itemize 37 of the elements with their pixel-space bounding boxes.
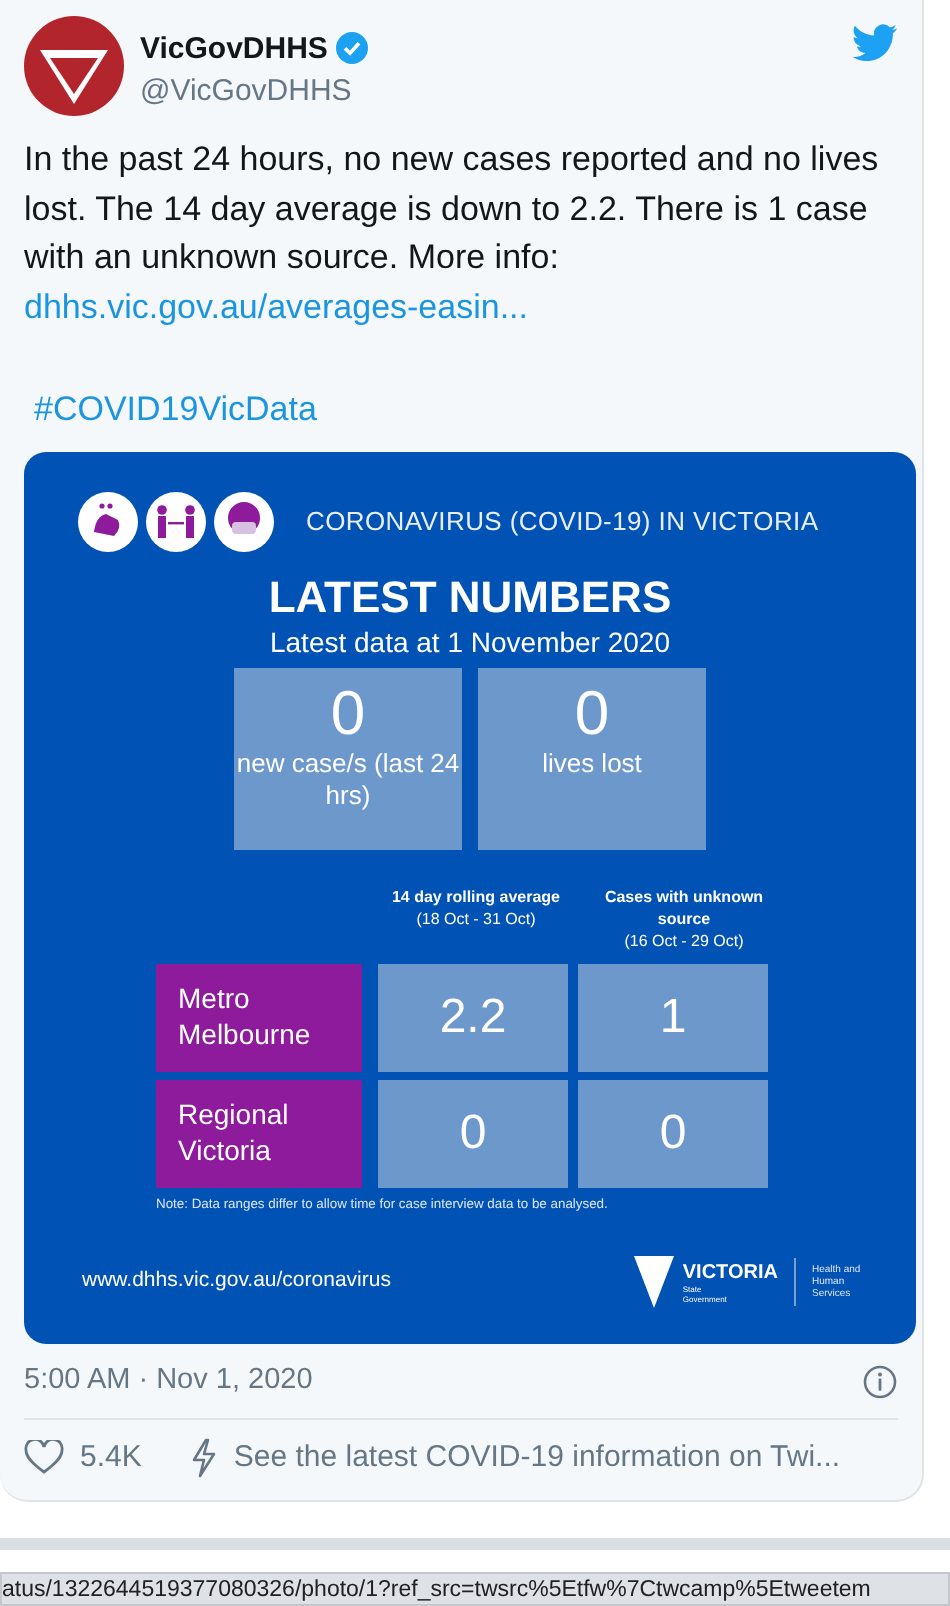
stat-value: 0	[572, 680, 612, 748]
date-range: (18 Oct - 31 Oct)	[414, 908, 538, 930]
twitter-bird-icon[interactable]	[852, 24, 898, 62]
column-heading: 14 day rolling average	[389, 886, 563, 908]
heart-icon[interactable]	[24, 1440, 64, 1477]
face-mask-icon	[214, 492, 274, 552]
infographic-subtitle: Latest data at 1 November 2020	[267, 624, 673, 660]
column-heading: Cases with unknown source	[602, 886, 766, 930]
info-link[interactable]: dhhs.vic.gov.au/averages-easin...	[24, 287, 528, 325]
account-handle[interactable]: @VicGovDHHS	[140, 72, 368, 110]
infographic-header: CORONAVIRUS (COVID-19) IN VICTORIA	[306, 504, 819, 541]
date-range: (16 Oct - 29 Oct)	[622, 930, 746, 952]
like-count[interactable]: 5.4K	[80, 1436, 142, 1481]
region-label: Metro Melbourne	[156, 964, 362, 1072]
logo-text: VICTORIA	[682, 1261, 778, 1284]
hand-washing-icon	[78, 492, 138, 552]
value-tile: 0	[578, 1080, 768, 1188]
website-url: www.dhhs.vic.gov.au/coronavirus	[82, 1266, 391, 1297]
tweet-timestamp[interactable]: 5:00 AM · Nov 1, 2020	[24, 1360, 313, 1404]
status-bar-url: atus/1322644519377080326/photo/1?ref_src=twsrc%5Etfw%7Ctwcamp%5Etweetem	[0, 1572, 950, 1606]
avatar[interactable]	[24, 16, 124, 116]
stat-value: 0	[328, 680, 368, 748]
hashtag-link[interactable]: #COVID19VicData	[34, 384, 317, 435]
distancing-icon	[146, 492, 206, 552]
covid-info-link[interactable]: See the latest COVID-19 information on Twi...	[233, 1436, 841, 1481]
region-label: Regional Victoria	[156, 1080, 362, 1188]
tweet-text: In the past 24 hours, no new cases reported and no lives lost. The 14 day average is down to 2.2. There is 1 case with an unknown source. More info: dhhs.vic.gov.au/averages-easin...	[24, 138, 881, 329]
value-tile: 2.2	[378, 964, 568, 1072]
value-tile: 0	[378, 1080, 568, 1188]
lightning-icon[interactable]	[189, 1438, 218, 1479]
victoria-logo-icon	[634, 1252, 675, 1313]
stat-label: lives lost	[540, 748, 644, 780]
account-name[interactable]: VicGovDHHS	[140, 29, 328, 67]
value-tile: 1	[578, 964, 768, 1072]
info-icon[interactable]	[862, 1364, 898, 1400]
stat-label: new case/s (last 24 hrs)	[234, 748, 462, 812]
infographic-title: LATEST NUMBERS	[266, 572, 674, 624]
